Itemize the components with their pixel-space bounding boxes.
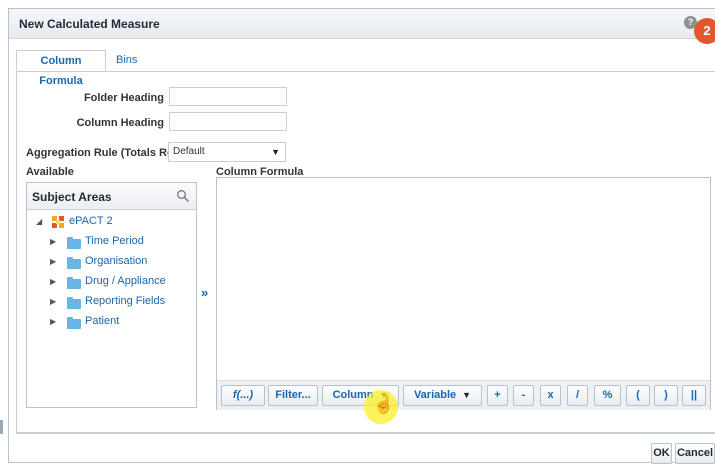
folder-icon [67, 237, 81, 249]
cancel-button[interactable]: Cancel [675, 443, 715, 464]
folder-heading-label: Folder Heading [83, 92, 164, 104]
column-heading-input[interactable] [169, 112, 287, 131]
tree-item-label: Reporting Fields [85, 295, 166, 307]
dialog-title: New Calculated Measure [19, 17, 160, 31]
tree-item-label: Drug / Appliance [85, 275, 166, 287]
tree-item-patient[interactable]: ▶ Patient [30, 313, 190, 331]
subject-area-icon [52, 216, 64, 228]
tree-root-label: ePACT 2 [69, 215, 113, 227]
expand-triangle-icon[interactable]: ▶ [50, 297, 56, 306]
folder-icon [67, 277, 81, 289]
divide-operator-button[interactable]: / [567, 385, 588, 406]
expand-triangle-icon[interactable]: ▶ [50, 237, 56, 246]
dropdown-arrow-icon: ▼ [271, 147, 280, 157]
tab-bins[interactable]: Bins [110, 50, 150, 71]
expand-triangle-icon[interactable]: ▶ [50, 317, 56, 326]
ok-button[interactable]: OK [651, 443, 672, 464]
search-icon[interactable] [176, 189, 190, 203]
step-badge: 2 [694, 18, 715, 44]
concat-operator-button[interactable]: || [682, 385, 706, 406]
variable-button-label: Variable [413, 389, 457, 401]
plus-operator-button[interactable]: + [487, 385, 508, 406]
tree-item-label: Organisation [85, 255, 148, 267]
aggregation-rule-label: Aggregation Rule (Totals Row) [26, 147, 186, 159]
filter-button[interactable]: Filter... [268, 385, 318, 406]
tree-item-organisation[interactable]: ▶ Organisation [30, 253, 190, 271]
column-formula-editor[interactable] [216, 177, 711, 410]
close-paren-button[interactable]: ) [654, 385, 678, 406]
subject-areas-title: Subject Areas [32, 190, 112, 204]
folder-heading-input[interactable] [169, 87, 287, 106]
folder-icon [67, 257, 81, 269]
hand-pointer-icon: ☝ [373, 395, 395, 414]
expand-triangle-icon[interactable]: ▶ [50, 257, 56, 266]
multiply-operator-button[interactable]: x [540, 385, 561, 406]
function-button[interactable]: f(...) [221, 385, 265, 406]
tree-item-label: Time Period [85, 235, 144, 247]
dropdown-arrow-icon: ▼ [462, 390, 472, 400]
percent-operator-button[interactable]: % [594, 385, 621, 406]
tree-item-label: Patient [85, 315, 120, 327]
collapse-triangle-icon[interactable]: ◢ [36, 217, 42, 226]
aggregation-rule-value: Default [173, 146, 205, 157]
tree-item-drug-appliance[interactable]: ▶ Drug / Appliance [30, 273, 190, 291]
folder-icon [67, 317, 81, 329]
aggregation-rule-select[interactable]: Default ▼ [168, 142, 286, 162]
variable-button[interactable]: Variable ▼ [403, 385, 482, 406]
minus-operator-button[interactable]: - [513, 385, 534, 406]
tree-item-reporting-fields[interactable]: ▶ Reporting Fields [30, 293, 190, 311]
folder-icon [67, 297, 81, 309]
left-edge-marker [0, 420, 3, 434]
open-paren-button[interactable]: ( [626, 385, 650, 406]
footer-divider [16, 433, 715, 434]
tree-root-epact2[interactable]: ◢ ePACT 2 [30, 213, 190, 231]
tab-column-formula[interactable]: Column Formula [16, 50, 106, 87]
available-label: Available [26, 166, 74, 178]
tree-item-time-period[interactable]: ▶ Time Period [30, 233, 190, 251]
expand-triangle-icon[interactable]: ▶ [50, 277, 56, 286]
chevron-right-icon[interactable]: » [201, 285, 208, 300]
column-heading-label: Column Heading [76, 117, 164, 129]
